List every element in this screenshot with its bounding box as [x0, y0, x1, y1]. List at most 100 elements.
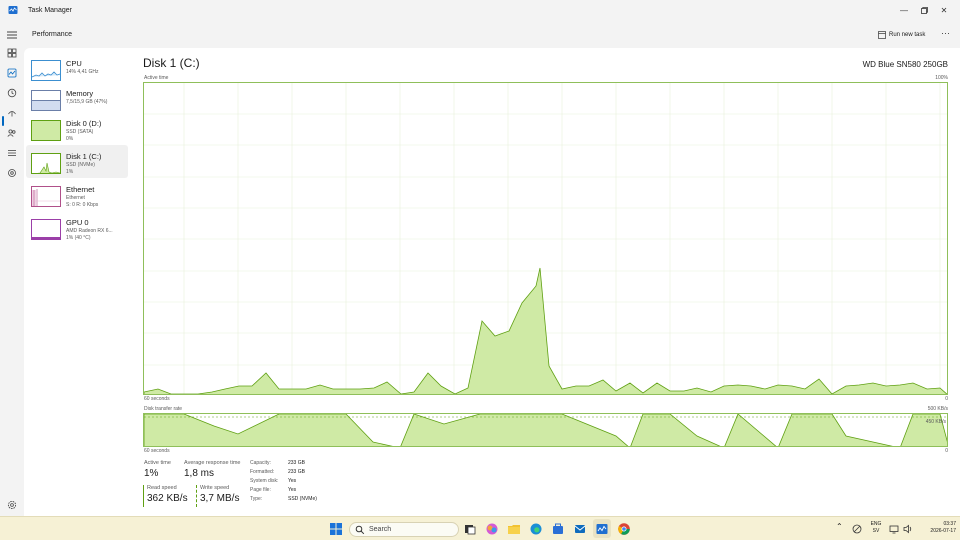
- network-off-icon[interactable]: [852, 524, 862, 534]
- page-title: Performance: [32, 31, 73, 38]
- ethernet-thumbnail: [31, 186, 61, 207]
- perf-item-ethernet[interactable]: Ethernet Ethernet S: 0 R: 0 Kbps: [26, 178, 128, 211]
- gear-icon: [7, 500, 17, 510]
- formatted-label: Formatted:: [250, 469, 275, 475]
- gpu-thumbnail: [31, 219, 61, 240]
- clock[interactable]: 03:37 2026-07-17: [918, 521, 956, 535]
- perf-item-detail: 14% 4,41 GHz: [66, 69, 99, 75]
- cpu-thumbnail: [31, 60, 61, 81]
- more-options-button[interactable]: ···: [941, 28, 950, 38]
- transfer-rate-plot: [144, 414, 947, 446]
- users-icon: [7, 129, 16, 137]
- response-time-label: Average response time: [184, 460, 241, 466]
- search-icon: [355, 525, 365, 534]
- monitor-icon[interactable]: [889, 524, 899, 534]
- performance-icon: [7, 68, 17, 78]
- title-bar: Task Manager — ✕: [0, 0, 960, 22]
- task-view-icon[interactable]: [463, 522, 477, 536]
- nav-settings[interactable]: [5, 498, 19, 512]
- app-history-icon: [7, 88, 17, 98]
- keyboard-layout: SV: [872, 528, 880, 534]
- close-button[interactable]: ✕: [936, 3, 952, 17]
- perf-item-detail: AMD Radeon RX 6...: [66, 228, 113, 234]
- transfer-rate-duration-label: 60 seconds: [144, 448, 170, 454]
- nav-services[interactable]: [5, 166, 19, 180]
- read-speed-value: 362 KB/s: [147, 493, 188, 504]
- hamburger-menu-icon[interactable]: [6, 30, 18, 40]
- language-indicator[interactable]: ENG SV: [868, 521, 884, 535]
- write-speed-label: Write speed: [200, 485, 230, 491]
- perf-item-name: Ethernet: [66, 185, 95, 194]
- restore-button[interactable]: [916, 3, 932, 17]
- nav-details[interactable]: [5, 146, 19, 160]
- active-time-min-label: 0: [945, 396, 948, 402]
- perf-item-usage: 1%: [66, 169, 74, 175]
- run-new-task-button[interactable]: Run new task: [878, 31, 925, 39]
- type-label: Type:: [250, 496, 263, 502]
- window-title: Task Manager: [28, 7, 72, 14]
- nav-startup-apps[interactable]: [5, 106, 19, 120]
- task-manager-taskbar-icon[interactable]: [595, 522, 609, 536]
- perf-item-usage: 0%: [66, 136, 74, 142]
- task-manager-icon: [8, 6, 18, 14]
- nav-performance[interactable]: [5, 66, 19, 80]
- nav-users[interactable]: [5, 126, 19, 140]
- copilot-icon[interactable]: [485, 522, 499, 536]
- run-new-task-label: Run new task: [889, 32, 926, 38]
- details-icon: [8, 150, 16, 156]
- perf-item-disk1[interactable]: Disk 1 (C:) SSD (NVMe) 1%: [26, 145, 128, 178]
- transfer-rate-graph: [143, 413, 948, 447]
- perf-item-name: GPU 0: [66, 218, 89, 227]
- perf-item-usage: 1% (40 °C): [66, 235, 91, 241]
- processes-icon: [7, 48, 17, 58]
- search-placeholder: Search: [369, 526, 392, 533]
- taskbar-search[interactable]: Search: [349, 522, 459, 537]
- chrome-icon[interactable]: [617, 522, 631, 536]
- disk1-thumbnail: [31, 153, 61, 174]
- edge-icon[interactable]: [529, 522, 543, 536]
- active-time-stat-label: Active time: [144, 460, 171, 466]
- capacity-label: Capacity:: [250, 460, 271, 466]
- disk-model: WD Blue SN580 250GB: [862, 60, 948, 69]
- perf-item-detail: 7,5/15,9 GB (47%): [66, 99, 108, 105]
- system-disk-label: System disk:: [250, 478, 279, 484]
- command-bar: Performance Run new task ···: [0, 22, 960, 48]
- minimize-button[interactable]: —: [896, 3, 912, 17]
- nav-processes[interactable]: [5, 46, 19, 60]
- store-icon[interactable]: [551, 522, 565, 536]
- windows-start-icon[interactable]: [329, 522, 343, 536]
- taskbar: Search ⌃ ENG SV 03:37 2026-07-17: [0, 516, 960, 540]
- transfer-rate-max-label: 500 KB/s: [927, 406, 948, 412]
- tray-overflow-icon[interactable]: ⌃: [836, 523, 843, 531]
- perf-item-detail: SSD (SATA): [66, 129, 94, 135]
- perf-item-detail: SSD (NVMe): [66, 162, 95, 168]
- system-disk-value: Yes: [288, 478, 297, 484]
- nav-app-history[interactable]: [5, 86, 19, 100]
- language-code: ENG: [870, 521, 882, 527]
- perf-item-name: CPU: [66, 59, 82, 68]
- file-explorer-icon[interactable]: [507, 522, 521, 536]
- volume-icon[interactable]: [903, 524, 913, 534]
- transfer-rate-mid-label: 450 KB/s: [925, 419, 946, 425]
- capacity-value: 233 GB: [288, 460, 305, 466]
- active-time-max-label: 100%: [935, 75, 948, 81]
- perf-item-gpu[interactable]: GPU 0 AMD Radeon RX 6... 1% (40 °C): [26, 211, 128, 244]
- write-speed-indicator: [196, 485, 197, 507]
- transfer-rate-min-label: 0: [945, 448, 948, 454]
- nav-rail: [0, 48, 24, 516]
- transfer-rate-graph-label: Disk transfer rate: [144, 406, 183, 412]
- active-time-graph-label: Active time: [144, 75, 169, 81]
- read-speed-label: Read speed: [147, 485, 177, 491]
- perf-item-name: Disk 1 (C:): [66, 152, 102, 161]
- perf-item-disk0[interactable]: Disk 0 (D:) SSD (SATA) 0%: [26, 112, 128, 145]
- memory-thumbnail: [31, 90, 61, 111]
- perf-item-cpu[interactable]: CPU 14% 4,41 GHz: [26, 52, 128, 85]
- perf-item-usage: S: 0 R: 0 Kbps: [66, 202, 99, 208]
- nav-active-indicator: [2, 116, 4, 126]
- perf-item-name: Memory: [66, 89, 94, 98]
- outlook-icon[interactable]: [573, 522, 587, 536]
- perf-item-memory[interactable]: Memory 7,5/15,9 GB (47%): [26, 82, 128, 115]
- active-time-duration-label: 60 seconds: [144, 396, 170, 402]
- performance-list: CPU 14% 4,41 GHz Memory 7,5/15,9 GB (47%…: [24, 48, 129, 248]
- read-speed-indicator: [143, 485, 144, 507]
